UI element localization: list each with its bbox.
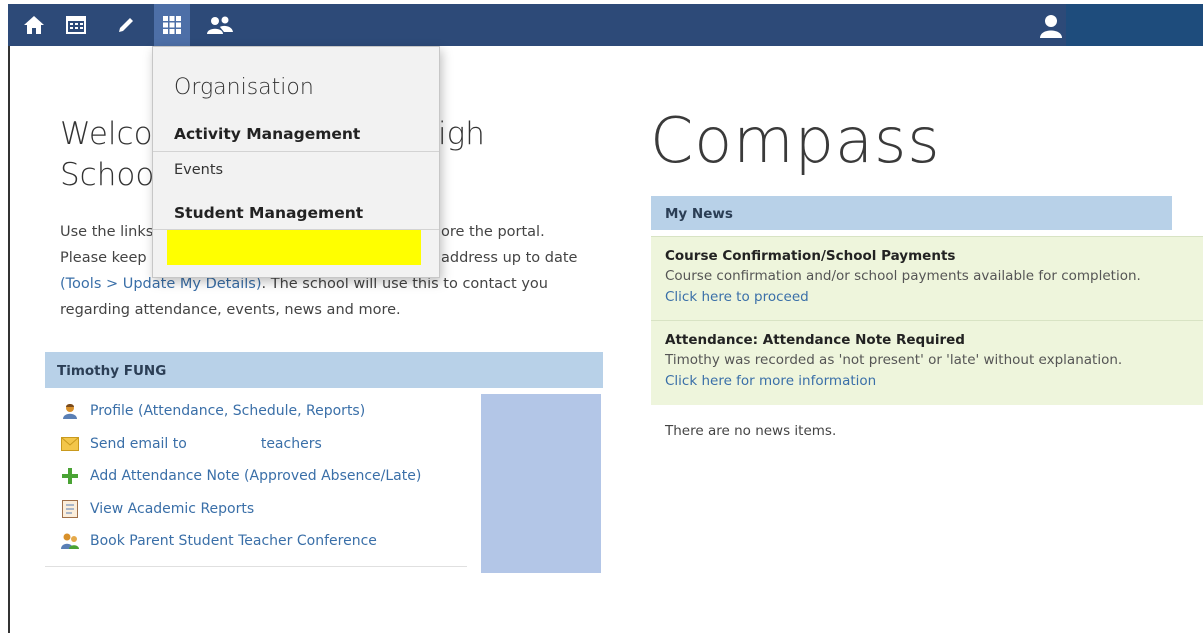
report-icon bbox=[60, 499, 80, 519]
welcome-title-tail: igh bbox=[438, 116, 485, 152]
update-details-link[interactable]: (Tools > Update My Details) bbox=[60, 276, 262, 292]
no-news-text: There are no news items. bbox=[665, 423, 837, 439]
send-email-link[interactable]: Send email to teachers bbox=[45, 428, 465, 461]
envelope-icon bbox=[60, 434, 80, 454]
news-item-desc: Timothy was recorded as 'not present' or… bbox=[665, 352, 1123, 368]
student-management-heading: Student Management bbox=[174, 204, 364, 222]
plus-icon bbox=[60, 466, 80, 486]
my-news-header: My News bbox=[651, 196, 1172, 230]
send-email-label: Send email to bbox=[90, 435, 187, 452]
student-links-list: Profile (Attendance, Schedule, Reports) … bbox=[45, 395, 465, 558]
add-attendance-note-label: Add Attendance Note (Approved Absence/La… bbox=[90, 468, 422, 485]
add-attendance-note-link[interactable]: Add Attendance Note (Approved Absence/La… bbox=[45, 460, 465, 493]
intro-line4: regarding attendance, events, news and m… bbox=[60, 302, 401, 318]
dropdown-divider bbox=[153, 151, 439, 152]
grid-icon[interactable] bbox=[154, 4, 190, 46]
news-item-link[interactable]: Click here for more information bbox=[665, 371, 1203, 392]
news-item-title: Course Confirmation/School Payments bbox=[665, 248, 956, 264]
intro-line1-tail: ore the portal. bbox=[441, 224, 545, 240]
book-conference-label: Book Parent Student Teacher Conference bbox=[90, 533, 377, 550]
welcome-title-part: Welco bbox=[60, 116, 153, 152]
calendar-icon[interactable] bbox=[58, 4, 94, 46]
menu-item-highlighted[interactable] bbox=[167, 230, 421, 265]
news-item-link[interactable]: Click here to proceed bbox=[665, 287, 1203, 308]
menu-item-events[interactable]: Events bbox=[174, 162, 223, 178]
people-icon[interactable] bbox=[202, 4, 238, 46]
profile-link-label: Profile (Attendance, Schedule, Reports) bbox=[90, 403, 366, 420]
news-item: Course Confirmation/School Payments Cour… bbox=[651, 236, 1203, 320]
student-links-divider bbox=[45, 566, 467, 567]
top-nav-bar bbox=[8, 4, 1203, 46]
dropdown-title: Organisation bbox=[174, 75, 314, 100]
profile-icon bbox=[60, 401, 80, 421]
left-border bbox=[8, 46, 10, 633]
compass-logo-title: Compass bbox=[650, 104, 941, 177]
intro-line2: Please keep bbox=[60, 250, 147, 266]
news-item: Attendance: Attendance Note Required Tim… bbox=[651, 320, 1203, 405]
news-item-desc: Course confirmation and/or school paymen… bbox=[665, 268, 1141, 284]
intro-line2-tail: address up to date bbox=[441, 250, 578, 266]
student-name-header: Timothy FUNG bbox=[45, 352, 603, 388]
intro-line1: Use the links bbox=[60, 224, 154, 240]
profile-link[interactable]: Profile (Attendance, Schedule, Reports) bbox=[45, 395, 465, 428]
book-conference-link[interactable]: Book Parent Student Teacher Conference bbox=[45, 525, 465, 558]
conference-icon bbox=[60, 531, 80, 551]
view-academic-reports-label: View Academic Reports bbox=[90, 500, 255, 517]
news-item-title: Attendance: Attendance Note Required bbox=[665, 332, 965, 348]
student-photo bbox=[481, 394, 601, 573]
user-panel[interactable] bbox=[1066, 4, 1203, 46]
home-icon[interactable] bbox=[16, 4, 52, 46]
user-icon[interactable] bbox=[1036, 10, 1066, 40]
view-academic-reports-link[interactable]: View Academic Reports bbox=[45, 493, 465, 526]
intro-line3-tail: . The school will use this to contact yo… bbox=[261, 276, 548, 292]
pencil-icon[interactable] bbox=[108, 4, 144, 46]
organisation-dropdown: Organisation Activity Management Events … bbox=[152, 46, 440, 278]
send-email-label-tail: teachers bbox=[260, 435, 322, 452]
activity-management-heading: Activity Management bbox=[174, 125, 361, 143]
